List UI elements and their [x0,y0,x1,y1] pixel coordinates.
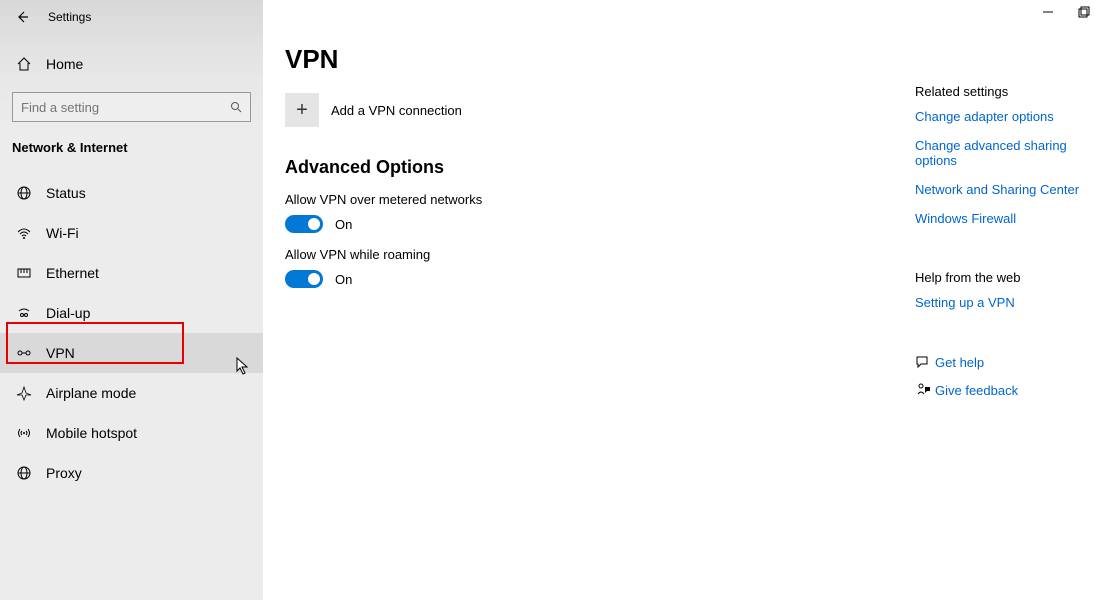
nav-label: Mobile hotspot [46,425,137,441]
toggle-state: On [335,272,352,287]
right-column: Related settings Change adapter options … [915,84,1091,410]
hotspot-icon [14,425,34,441]
ethernet-icon [14,265,34,281]
wifi-icon [14,225,34,241]
sidebar-home[interactable]: Home [0,44,263,84]
status-icon [14,185,34,201]
give-feedback-label: Give feedback [935,383,1018,398]
toggle-metered[interactable] [285,215,323,233]
vpn-icon [14,345,34,361]
toggle-state: On [335,217,352,232]
nav-list: Status Wi-Fi Ethernet Dial-up VPN Airpla… [0,173,263,493]
nav-label: Ethernet [46,265,99,281]
link-windows-firewall[interactable]: Windows Firewall [915,211,1091,226]
home-icon [14,56,34,72]
nav-label: VPN [46,345,75,361]
nav-vpn[interactable]: VPN [0,333,263,373]
nav-label: Wi-Fi [46,225,79,241]
airplane-icon [14,385,34,401]
nav-label: Airplane mode [46,385,136,401]
dialup-icon [14,305,34,321]
home-label: Home [46,56,83,72]
window-title: Settings [48,10,91,24]
nav-hotspot[interactable]: Mobile hotspot [0,413,263,453]
feedback-icon [915,382,935,398]
nav-ethernet[interactable]: Ethernet [0,253,263,293]
nav-dialup[interactable]: Dial-up [0,293,263,333]
proxy-icon [14,465,34,481]
add-vpn-label: Add a VPN connection [331,103,462,118]
link-advanced-sharing[interactable]: Change advanced sharing options [915,138,1091,168]
minimize-button[interactable] [1042,6,1054,18]
nav-wifi[interactable]: Wi-Fi [0,213,263,253]
nav-status[interactable]: Status [0,173,263,213]
category-header: Network & Internet [0,122,263,165]
maximize-button[interactable] [1078,6,1090,18]
nav-proxy[interactable]: Proxy [0,453,263,493]
get-help-label: Get help [935,355,984,370]
search-box[interactable] [12,92,251,122]
back-button[interactable] [12,7,32,27]
get-help-button[interactable]: Get help [915,354,1091,370]
nav-airplane[interactable]: Airplane mode [0,373,263,413]
link-network-sharing-center[interactable]: Network and Sharing Center [915,182,1091,197]
arrow-left-icon [15,10,29,24]
nav-label: Proxy [46,465,82,481]
help-header: Help from the web [915,270,1091,285]
give-feedback-button[interactable]: Give feedback [915,382,1091,398]
related-settings-header: Related settings [915,84,1091,99]
search-input[interactable] [21,100,230,115]
page-title: VPN [285,44,1098,75]
link-setup-vpn[interactable]: Setting up a VPN [915,295,1091,310]
titlebar: Settings [0,0,263,34]
window-controls [1042,6,1090,18]
search-icon [230,101,242,113]
plus-icon: + [285,93,319,127]
sidebar: Settings Home Network & Internet Status … [0,0,263,600]
toggle-roaming[interactable] [285,270,323,288]
nav-label: Status [46,185,86,201]
link-adapter-options[interactable]: Change adapter options [915,109,1091,124]
chat-icon [915,354,935,370]
nav-label: Dial-up [46,305,90,321]
